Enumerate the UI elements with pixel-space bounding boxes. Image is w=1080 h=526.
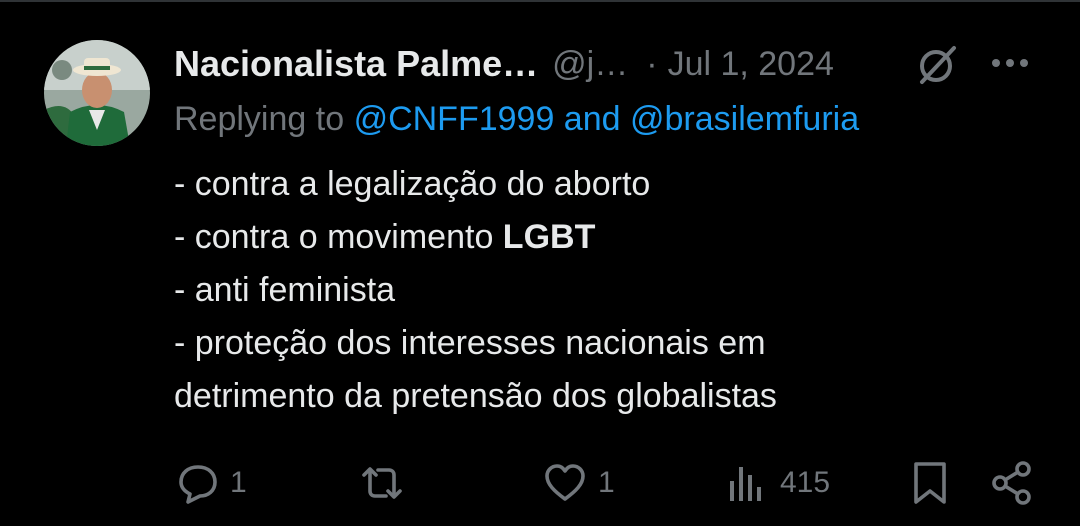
- reply-count: 1: [230, 466, 247, 499]
- share-icon: [990, 460, 1034, 506]
- text-line: - contra a legalização do aborto: [174, 165, 651, 203]
- retweet-button[interactable]: [358, 456, 406, 510]
- bookmark-icon: [910, 460, 950, 506]
- replying-to: Replying to @CNFF1999 and @brasilemfuria: [174, 100, 859, 139]
- avatar[interactable]: [44, 40, 150, 146]
- like-icon: [542, 461, 588, 505]
- text-line: - anti feminista: [174, 271, 396, 309]
- reply-icon: [176, 461, 220, 505]
- separator-dot: ·: [646, 44, 658, 83]
- views-count: 415: [780, 466, 831, 499]
- tweet-text: - contra a legalização do aborto - contr…: [174, 158, 1054, 423]
- views-button[interactable]: 415: [726, 456, 830, 510]
- bold-text: LGBT: [502, 218, 596, 256]
- text-line: - contra o movimento LGBT: [174, 211, 1054, 264]
- like-button[interactable]: 1: [542, 456, 615, 510]
- text-line: detrimento da pretensão dos globalistas: [174, 377, 777, 415]
- top-divider: [0, 0, 1080, 2]
- text-line: - proteção dos interesses nacionais em: [174, 324, 766, 362]
- action-bar: 1 1 415: [0, 456, 1080, 510]
- author-name[interactable]: Nacionalista Palme…: [174, 43, 538, 85]
- like-count: 1: [598, 466, 615, 499]
- retweet-icon: [358, 461, 406, 505]
- author-handle[interactable]: @j…: [552, 45, 628, 84]
- more-icon[interactable]: [990, 48, 1030, 78]
- replying-to-label: Replying to: [174, 100, 345, 138]
- share-button[interactable]: [990, 456, 1034, 510]
- views-icon: [726, 461, 770, 505]
- reply-button[interactable]: 1: [176, 456, 247, 510]
- text-segment: - contra o movimento: [174, 218, 503, 256]
- grok-icon[interactable]: [914, 42, 960, 88]
- tweet-header: Nacionalista Palme… @j… · Jul 1, 2024: [174, 42, 834, 86]
- bookmark-button[interactable]: [910, 456, 950, 510]
- replying-to-handles[interactable]: @CNFF1999 and @brasilemfuria: [354, 100, 860, 138]
- tweet-date[interactable]: Jul 1, 2024: [668, 45, 834, 84]
